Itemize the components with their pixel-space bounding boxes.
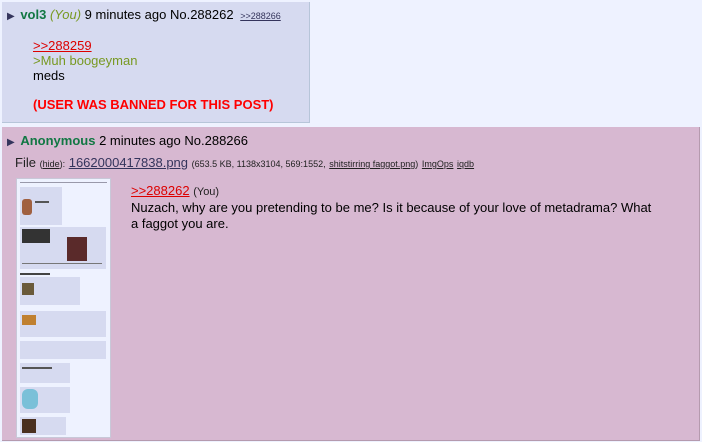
file-details: (653.5 KB, 1138x3104, 569:1552,: [191, 159, 326, 169]
post-menu-arrow-icon[interactable]: ▶: [7, 11, 15, 22]
thumb-detail: [35, 201, 49, 203]
post-menu-arrow-icon[interactable]: ▶: [7, 137, 15, 148]
post-time: 2 minutes ago: [99, 133, 181, 148]
thumb-detail: [22, 199, 32, 215]
original-filename[interactable]: shitstirring faggot.png: [329, 159, 415, 169]
post-number[interactable]: No.288262: [170, 7, 234, 22]
file-info: File (hide): 1662000417838.png (653.5 KB…: [15, 155, 475, 170]
thumb-detail: [22, 389, 38, 409]
thumb-detail: [22, 419, 36, 433]
reply-post-288266: ▶ Anonymous 2 minutes ago No.288266 File…: [2, 127, 700, 441]
thumb-detail: [20, 273, 50, 275]
thumb-detail: [22, 367, 52, 369]
hide-file-link[interactable]: hide: [43, 159, 60, 169]
reply-post-288262: ▶ vol3 (You) 9 minutes ago No.288262 >>2…: [2, 2, 310, 123]
thumb-detail: [22, 229, 50, 243]
thumb-detail: [22, 315, 36, 325]
ban-message: (USER WAS BANNED FOR THIS POST): [33, 97, 274, 112]
iqdb-link[interactable]: iqdb: [457, 159, 474, 169]
you-marker: (You): [49, 7, 82, 22]
thumb-detail: [20, 363, 70, 383]
thumb-detail: [20, 182, 107, 183]
greentext-line: >Muh boogeyman: [33, 53, 138, 68]
backlink[interactable]: >>288266: [240, 11, 281, 21]
quote-you-marker: (You): [193, 186, 220, 198]
post-message: meds: [33, 68, 65, 83]
quote-link[interactable]: >>288262: [131, 183, 190, 198]
poster-name: Anonymous: [20, 133, 96, 148]
quote-link[interactable]: >>288259: [33, 38, 92, 53]
file-label: File: [15, 155, 36, 170]
post-header: ▶ Anonymous 2 minutes ago No.288266: [7, 133, 248, 148]
post-header: ▶ vol3 (You) 9 minutes ago No.288262 >>2…: [7, 7, 281, 22]
thumb-detail: [22, 283, 34, 295]
file-name-link[interactable]: 1662000417838.png: [69, 155, 188, 170]
thumb-detail: [20, 341, 106, 359]
message-line: Nuzach, why are you pretending to be me?…: [131, 200, 652, 215]
thumb-detail: [67, 237, 87, 261]
poster-name: vol3: [20, 7, 47, 22]
imgops-link[interactable]: ImgOps: [422, 159, 454, 169]
file-thumbnail[interactable]: [16, 178, 111, 438]
message-line: a faggot you are.: [131, 216, 229, 231]
post-message: >>288262 (You) Nuzach, why are you prete…: [131, 183, 671, 232]
post-time: 9 minutes ago: [84, 7, 167, 22]
thumb-detail: [22, 263, 102, 264]
post-number[interactable]: No.288266: [184, 133, 248, 148]
